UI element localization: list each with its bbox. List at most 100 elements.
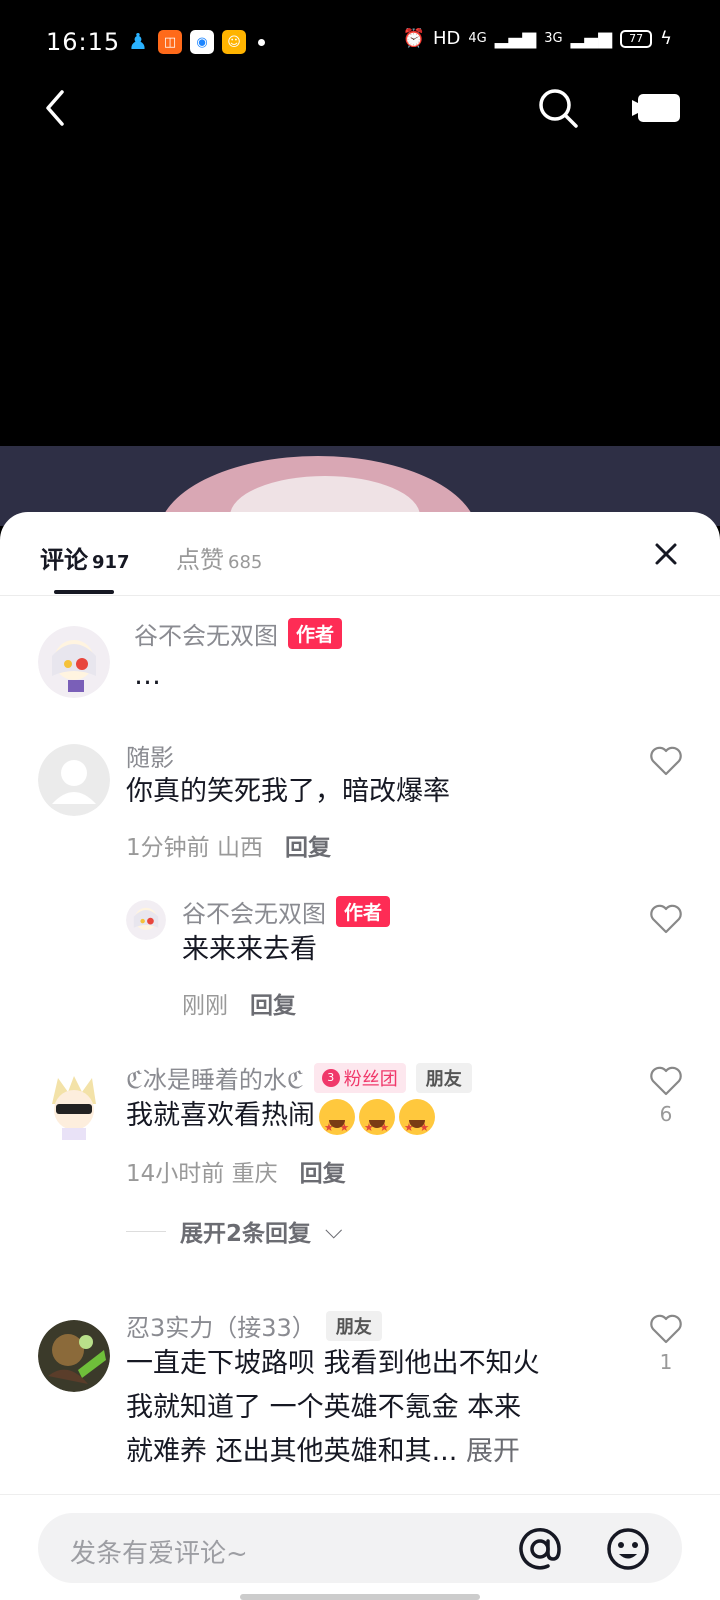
comment-meta: 14小时前 重庆 回复 [126,1154,346,1188]
fan-club-badge: 3 粉丝团 [313,1062,406,1093]
author-badge: 作者 [336,896,391,927]
like-count: 1 [659,1350,673,1374]
signal-icon: ▂▄▆ [494,28,537,49]
avatar[interactable] [38,626,110,698]
comment-sheet: 评论 917 点赞 685 谷不会无双图 作者 … 随影 你真的笑死我了，暗改爆… [0,512,720,1600]
comment-text-line: 我就知道了 一个英雄不氪金 本来 [126,1392,522,1423]
avatar[interactable] [38,1320,110,1392]
app-icon: ☺ [222,30,246,54]
star-eyes-emoji-icon [359,1098,395,1150]
comment-time: 14小时前 [126,1161,225,1187]
comment-text-body: 我就喜欢看热闹 [126,1100,315,1131]
comment-username-row: ℭ冰是睡着的水ℭ 3 粉丝团 朋友 [126,1060,472,1095]
comment-text[interactable]: 一直走下坡路呗 我看到他出不知火 我就知道了 一个英雄不氪金 本来 就难养 还出… [126,1342,540,1474]
hd-indicator: HD [432,28,461,49]
heart-icon[interactable] [649,746,683,776]
comment-username-row: 谷不会无双图 作者 [134,616,343,651]
comment-text[interactable]: … [134,654,161,698]
comment-text-line: 一直走下坡路呗 我看到他出不知火 [126,1348,540,1379]
comment-text-line: 就难养 还出其他英雄和其... 展开 [126,1430,540,1474]
comment-input[interactable]: 发条有爱评论~ [38,1513,682,1583]
comment-item: 忍3实力（接33） 朋友 一直走下坡路呗 我看到他出不知火 我就知道了 一个英雄… [0,1308,720,1508]
reply-item: 谷不会无双图 作者 来来来去看 刚刚 回复 [0,894,720,1024]
status-bar: 16:15 ♟ ◫ ◉ ☺ ⏰ HD 4G ▂▄▆ 3G ▂▄▆ 77 ϟ [0,0,720,88]
heart-icon[interactable] [649,1066,683,1096]
comment-item: ℭ冰是睡着的水ℭ 3 粉丝团 朋友 我就喜欢看热闹 14小时前 重庆 回复 展开… [0,1060,720,1270]
status-right: ⏰ HD 4G ▂▄▆ 3G ▂▄▆ 77 ϟ [403,28,672,49]
divider [126,1230,166,1232]
comment-text[interactable]: 来来来去看 [182,928,317,972]
comment-item: 随影 你真的笑死我了，暗改爆率 1分钟前 山西 回复 [0,734,720,884]
chevron-down-icon: ⌵ [325,1218,343,1244]
tab-likes[interactable]: 点赞 685 [176,540,262,575]
like-control[interactable]: 1 [646,1314,686,1374]
comment-username[interactable]: ℭ冰是睡着的水ℭ [126,1060,304,1095]
active-tab-indicator [54,590,114,594]
expand-replies-label: 展开2条回复 [180,1221,312,1247]
comment-input-placeholder: 发条有爱评论~ [70,1539,248,1569]
status-time: 16:15 [46,28,121,56]
mention-icon[interactable] [518,1527,562,1571]
comment-meta: 1分钟前 山西 回复 [126,828,331,862]
comment-username[interactable]: 随影 [126,738,174,773]
signal-4g: 4G [468,31,487,46]
tab-likes-label: 点赞 [176,546,224,574]
comment-username-row: 随影 [126,738,174,773]
comment-time: 刚刚 [182,993,228,1019]
comment-text[interactable]: 你真的笑死我了，暗改爆率 [126,770,450,814]
comment-location: 重庆 [231,1161,278,1187]
battery-icon: 77 [620,29,653,48]
charging-icon: ϟ [660,28,672,49]
tab-likes-count: 685 [228,552,263,573]
reply-button[interactable]: 回复 [300,1154,346,1188]
expand-text-button[interactable]: 展开 [466,1436,520,1467]
signal-3g: 3G [544,31,563,46]
like-control[interactable] [646,746,686,780]
notification-icons: ♟ ◫ ◉ ☺ [126,29,265,55]
more-notifications-icon [258,38,265,46]
reply-button[interactable]: 回复 [285,828,331,862]
heart-icon: 3 [321,1068,340,1087]
back-icon[interactable] [40,88,70,128]
avatar[interactable] [38,1070,110,1142]
star-eyes-emoji-icon [399,1098,435,1150]
video-topbar [0,80,720,140]
close-icon[interactable] [652,540,680,568]
comment-username[interactable]: 谷不会无双图 [182,894,326,929]
comment-input-bar: 发条有爱评论~ [0,1494,720,1600]
comment-tabs: 评论 917 点赞 685 [0,512,720,596]
heart-icon[interactable] [649,904,683,934]
like-control[interactable]: 6 [646,1066,686,1126]
comment-time: 1分钟前 [126,835,210,861]
qq-icon: ♟ [128,29,148,55]
friend-badge: 朋友 [415,1062,472,1093]
comment-item: 谷不会无双图 作者 … [0,612,720,712]
alarm-icon: ⏰ [402,28,425,49]
heart-icon[interactable] [649,1314,683,1344]
camera-icon[interactable] [632,90,684,126]
signal-icon: ▂▄▆ [570,28,613,49]
avatar[interactable] [38,744,110,816]
comment-username[interactable]: 谷不会无双图 [134,616,278,651]
like-control[interactable] [646,904,686,938]
fan-badge-label: 粉丝团 [343,1068,398,1090]
comment-location: 山西 [216,835,263,861]
app-icon: ◉ [190,30,214,54]
comment-text-truncated: 就难养 还出其他英雄和其... [126,1436,458,1467]
star-eyes-emoji-icon [319,1098,355,1150]
tab-comments-count: 917 [92,552,130,573]
comment-username[interactable]: 忍3实力（接33） [126,1308,316,1343]
comment-username-row: 谷不会无双图 作者 [182,894,391,929]
search-icon[interactable] [536,86,580,130]
emoji-icon[interactable] [606,1527,650,1571]
app-icon: ◫ [158,30,182,54]
reply-button[interactable]: 回复 [250,986,296,1020]
tab-comments-label: 评论 [40,546,88,574]
friend-badge: 朋友 [325,1310,382,1341]
avatar[interactable] [126,900,166,940]
tab-comments[interactable]: 评论 917 [40,540,130,575]
author-badge: 作者 [288,618,343,649]
comment-meta: 刚刚 回复 [182,986,296,1020]
expand-replies-button[interactable]: 展开2条回复 ⌵ [126,1214,342,1248]
comment-text[interactable]: 我就喜欢看热闹 [126,1094,435,1150]
